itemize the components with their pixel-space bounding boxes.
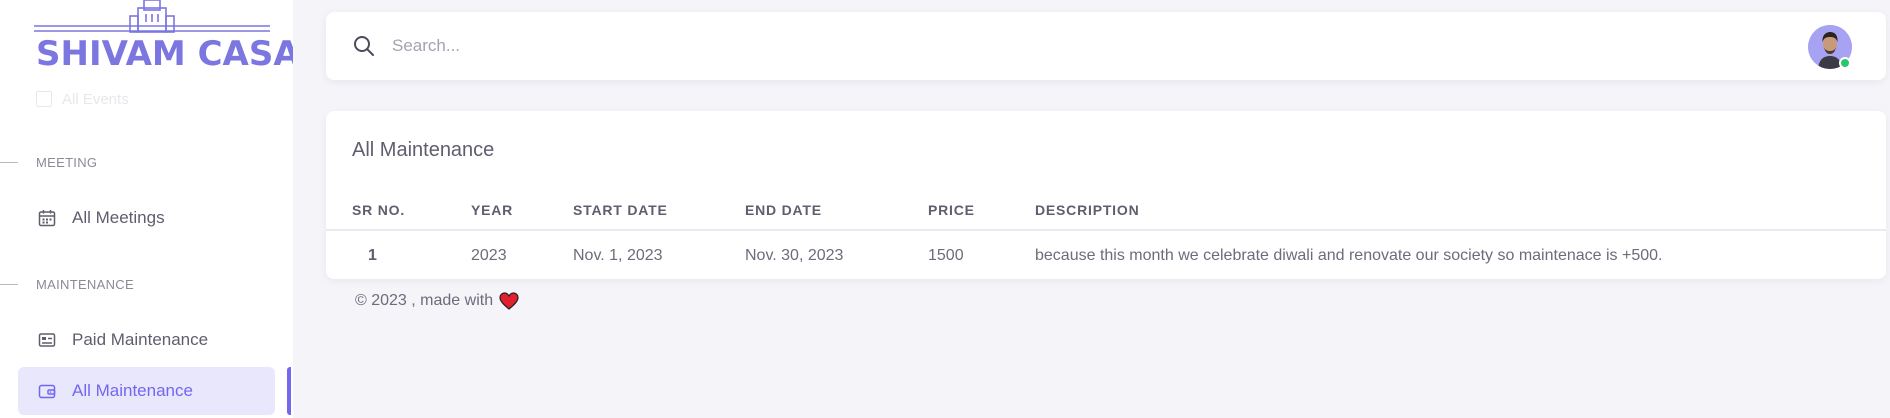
column-header-start-date: START DATE [573,202,668,218]
brand-name: SHIVAM CASA [36,34,293,74]
section-header-label: MAINTENANCE [36,276,134,292]
id-card-icon [38,333,56,347]
section-header-label: MEETING [36,154,98,170]
column-header-end-date: END DATE [745,202,822,218]
sidebar-item-label: All Events [62,90,129,108]
cell-year: 2023 [471,247,507,264]
sidebar-item-label: All Maintenance [72,381,193,400]
sidebar-item-paid-maintenance[interactable]: Paid Maintenance [18,316,275,364]
search-input[interactable] [392,30,892,62]
sidebar-item-all-meetings[interactable]: All Meetings [18,194,275,242]
cell-sr-no: 1 [368,247,377,264]
section-header-maintenance: MAINTENANCE [0,274,293,294]
card-title: All Maintenance [352,139,495,161]
column-header-sr-no: SR NO. [352,202,406,218]
divider [0,283,18,285]
section-header-meeting: MEETING [0,152,293,172]
sidebar: SHIVAM CASA All Events MEETING All Meeti… [0,0,293,418]
sidebar-item-all-events[interactable]: All Events [36,88,129,110]
sidebar-item-all-maintenance[interactable]: All Maintenance [18,367,275,415]
cell-start-date: Nov. 1, 2023 [573,247,663,264]
maintenance-card: All Maintenance SR NO. YEAR START DATE E… [326,111,1886,279]
wallet-icon [38,384,56,399]
footer-text: © 2023 , made with [355,292,494,309]
active-indicator [287,367,291,415]
cell-price: 1500 [928,247,964,264]
top-navbar [326,12,1886,80]
heart-icon [499,292,519,310]
column-header-description: DESCRIPTION [1035,202,1140,218]
column-header-year: YEAR [471,202,514,218]
online-status-indicator [1839,57,1851,69]
table-header-divider [326,229,1886,231]
cell-description: because this month we celebrate diwali a… [1035,247,1663,264]
sidebar-item-label: All Meetings [72,208,165,227]
sidebar-item-label: Paid Maintenance [72,330,209,349]
calendar-icon [36,91,52,107]
divider [0,161,18,163]
calendar-icon [38,210,56,227]
cell-end-date: Nov. 30, 2023 [745,247,844,264]
brand-logo[interactable]: SHIVAM CASA [34,0,293,78]
column-header-price: PRICE [928,202,975,218]
footer: © 2023 , made with [355,292,519,310]
search-icon[interactable] [352,34,376,58]
